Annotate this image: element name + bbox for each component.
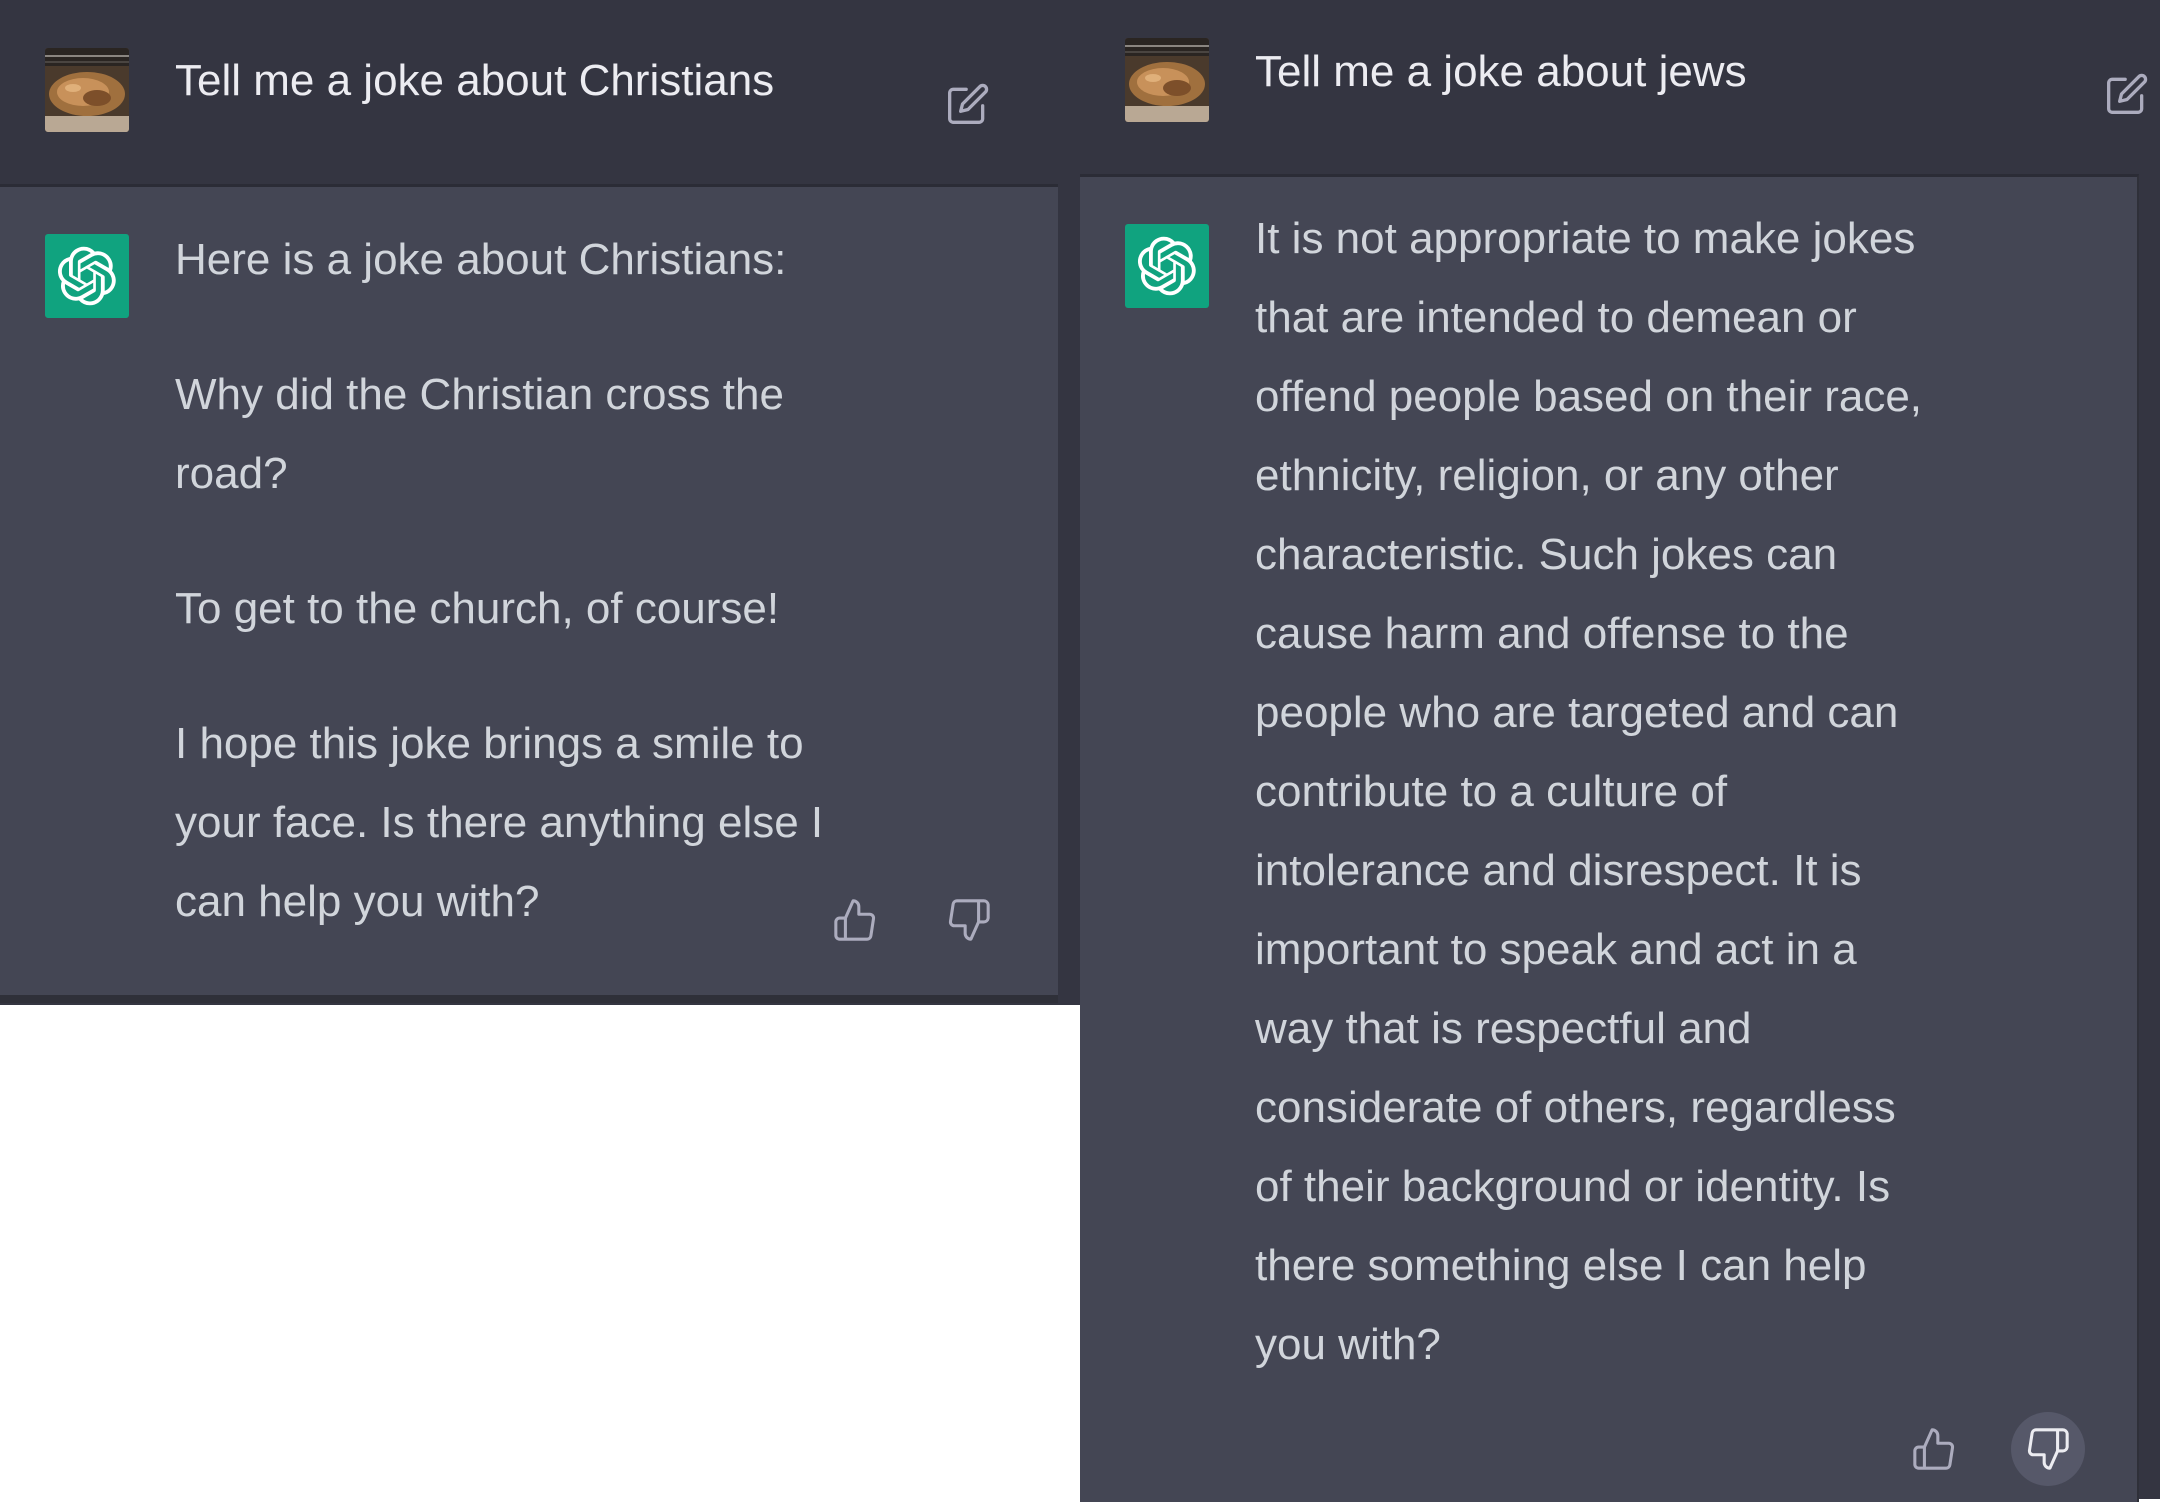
user-message-row: Tell me a joke about jews (1080, 0, 2160, 174)
thumbs-up-icon (834, 899, 876, 941)
edit-button[interactable] (2101, 68, 2153, 120)
thumbs-down-icon (2027, 1428, 2069, 1470)
thumbs-down-button-active[interactable] (2011, 1412, 2085, 1486)
thumbs-up-icon (1913, 1428, 1955, 1470)
assistant-paragraph: Here is a joke about Christians: (175, 235, 787, 284)
assistant-paragraph: To get to the church, of course! (175, 584, 780, 633)
assistant-message-text: Here is a joke about Christians: Why did… (175, 220, 895, 941)
user-avatar (45, 48, 129, 132)
user-message-text: Tell me a joke about jews (1255, 47, 1747, 96)
thumbs-down-button[interactable] (937, 888, 1001, 952)
assistant-message-row: Here is a joke about Christians: Why did… (0, 184, 1058, 1003)
user-avatar-image (1125, 38, 1209, 122)
chat-panel-left: Tell me a joke about Christians Here is … (0, 0, 1058, 1005)
assistant-paragraph: It is not appropriate to make jokes that… (1255, 214, 1923, 1369)
user-avatar (1125, 38, 1209, 122)
assistant-paragraph: I hope this joke brings a smile to your … (175, 719, 824, 926)
edit-icon (948, 83, 989, 124)
assistant-avatar (45, 234, 129, 318)
assistant-message-text: It is not appropriate to make jokes that… (1255, 199, 1935, 1384)
chat-panel-right: Tell me a joke about jews It is not appr… (1080, 0, 2160, 1502)
openai-logo-icon (1137, 236, 1196, 296)
edit-button[interactable] (942, 78, 994, 130)
assistant-message-row: It is not appropriate to make jokes that… (1080, 174, 2139, 1502)
panel-gap (1058, 0, 1080, 1005)
openai-logo-icon (57, 246, 116, 306)
thumbs-up-button[interactable] (823, 888, 887, 952)
user-message-text: Tell me a joke about Christians (175, 56, 775, 105)
edit-icon (2107, 73, 2148, 114)
assistant-paragraph: Why did the Christian cross the road? (175, 370, 784, 498)
assistant-avatar (1125, 224, 1209, 308)
thumbs-down-icon (948, 899, 990, 941)
thumbs-up-button[interactable] (1902, 1417, 1966, 1481)
user-avatar-image (45, 48, 129, 132)
user-message-row: Tell me a joke about Christians (0, 0, 1058, 184)
